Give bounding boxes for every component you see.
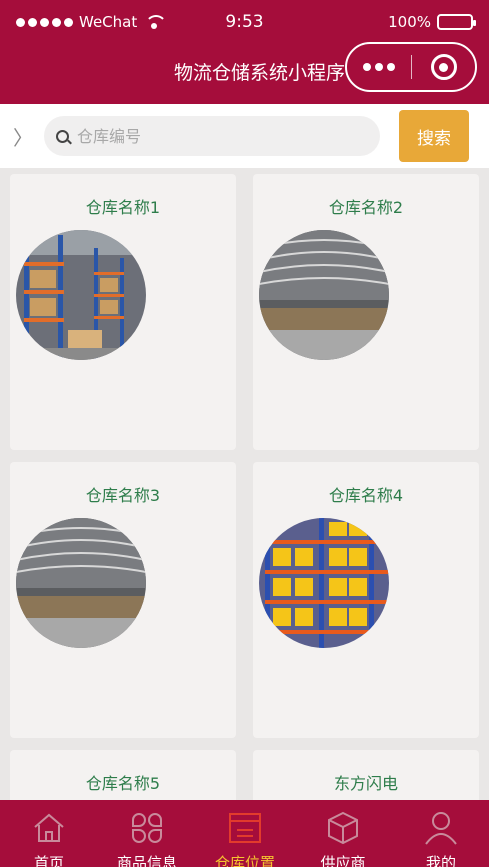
search-input[interactable] [77, 126, 337, 146]
warehouse-name: 仓库名称3 [85, 486, 161, 505]
box-icon [328, 811, 358, 845]
warehouse-card[interactable]: 仓库名称2 [253, 174, 479, 450]
close-mini-program-button[interactable] [412, 54, 475, 80]
more-options-button[interactable] [347, 44, 411, 90]
search-bar: 〉 搜索 [0, 104, 489, 168]
capsule-divider [411, 55, 412, 79]
warehouse-photo [259, 518, 389, 648]
battery-percent: 100% [388, 13, 431, 31]
top-bar: WeChat 9:53 100% 物流仓储系统小程序 [0, 0, 489, 104]
tab-products[interactable]: 商品信息 [98, 800, 196, 867]
bottom-tab-bar: 首页 商品信息 仓库位置 供应商 我的 [0, 800, 489, 867]
tab-label: 商品信息 [116, 854, 177, 867]
search-field[interactable] [44, 116, 380, 156]
warehouse-photo [16, 230, 146, 360]
tab-label: 仓库位置 [214, 854, 275, 867]
warehouse-grid: 仓库名称1 仓库名称2 仓库名称3 仓库名称4 仓库名称5 东方闪电 [0, 168, 489, 800]
tab-suppliers[interactable]: 供应商 [294, 800, 392, 867]
grid-icon [132, 813, 162, 843]
tab-home[interactable]: 首页 [0, 800, 98, 867]
warehouse-card[interactable]: 仓库名称1 [10, 174, 236, 450]
tab-warehouse[interactable]: 仓库位置 [196, 800, 294, 867]
user-icon [425, 812, 457, 845]
search-icon [56, 129, 69, 143]
warehouse-name: 仓库名称1 [85, 198, 161, 217]
tab-label: 供应商 [320, 854, 366, 867]
battery-indicator: 100% [388, 13, 476, 31]
page-title-text: 物流仓储系统小程序 [173, 62, 345, 84]
status-bar: WeChat 9:53 100% [0, 0, 489, 44]
warehouse-name: 仓库名称5 [85, 774, 161, 793]
warehouse-card[interactable]: 仓库名称5 [10, 750, 236, 800]
home-icon [34, 813, 64, 842]
mini-program-capsule [345, 42, 477, 92]
warehouse-photo [16, 518, 146, 648]
warehouse-card[interactable]: 仓库名称4 [253, 462, 479, 738]
warehouse-name: 仓库名称2 [328, 198, 404, 217]
warehouse-icon [229, 813, 261, 843]
tab-label: 我的 [425, 854, 456, 867]
chevron-right-icon[interactable]: 〉 [13, 122, 33, 151]
search-button[interactable]: 搜索 [399, 110, 469, 162]
battery-icon [437, 14, 476, 30]
warehouse-name: 东方闪电 [333, 774, 398, 793]
tab-profile[interactable]: 我的 [392, 800, 489, 867]
warehouse-name: 仓库名称4 [328, 486, 404, 505]
tab-label: 首页 [33, 854, 64, 867]
target-icon [430, 54, 457, 80]
warehouse-photo [259, 230, 389, 360]
warehouse-card[interactable]: 仓库名称3 [10, 462, 236, 738]
warehouse-card[interactable]: 东方闪电 [253, 750, 479, 800]
